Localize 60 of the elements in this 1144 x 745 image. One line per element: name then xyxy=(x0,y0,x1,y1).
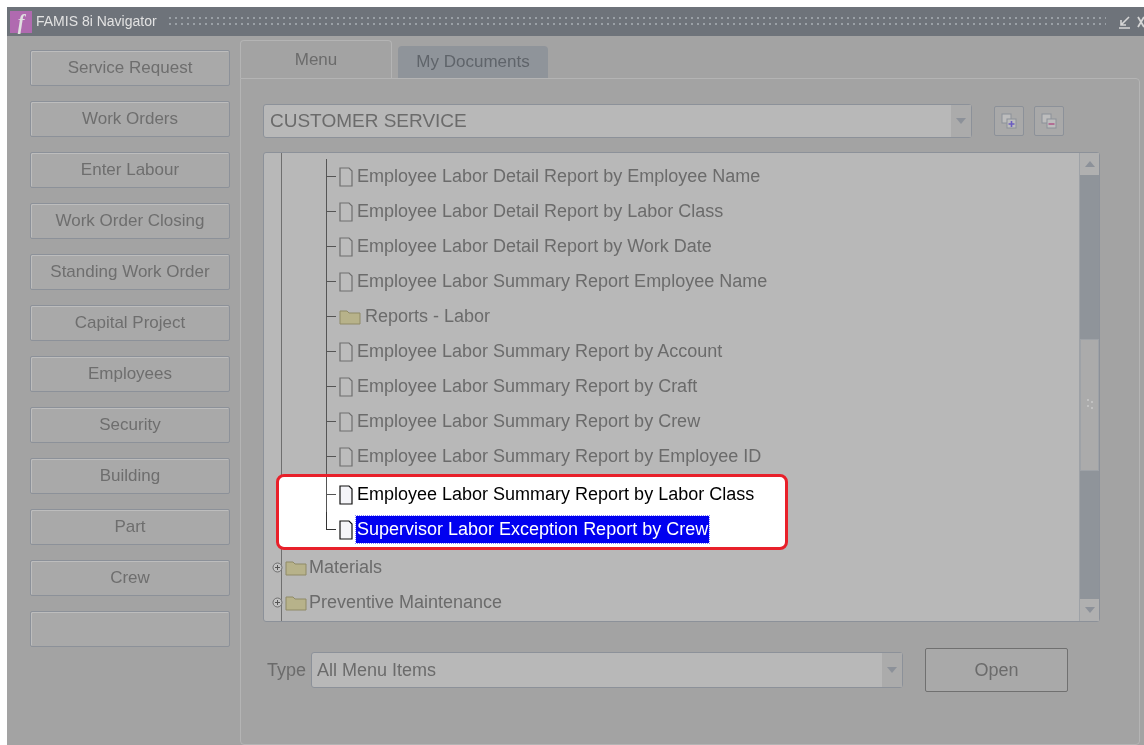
sidebar-button[interactable]: Part xyxy=(30,509,230,545)
tab[interactable]: Menu xyxy=(240,40,392,78)
sidebar-button[interactable]: Work Orders xyxy=(30,101,230,137)
tree-item[interactable]: Preventive Maintenance xyxy=(309,589,503,616)
document-icon xyxy=(339,341,353,362)
scroll-up-icon[interactable] xyxy=(1084,161,1095,167)
scrollbar-thumb[interactable] xyxy=(1080,339,1099,471)
blank-button[interactable] xyxy=(30,611,230,647)
dropdown-value: All Menu Items xyxy=(316,658,438,682)
sidebar-button[interactable]: Employees xyxy=(30,356,230,392)
sidebar-button[interactable]: Service Request xyxy=(30,50,230,86)
folder-icon xyxy=(285,594,307,611)
document-icon xyxy=(339,236,353,257)
sidebar-button[interactable]: Security xyxy=(30,407,230,443)
tree-item[interactable]: Employee Labor Summary Report by Employee ID xyxy=(356,443,763,470)
document-icon xyxy=(339,519,353,540)
tree-item[interactable]: Materials xyxy=(309,554,383,581)
document-icon xyxy=(339,201,353,222)
tree-item[interactable]: Employee Labor Summary Report by Crew xyxy=(356,408,702,435)
tree-item[interactable]: Employee Labor Detail Report by Employee Name xyxy=(356,163,762,190)
folder-icon xyxy=(339,308,361,325)
tree-item[interactable]: Employee Labor Detail Report by Labor Class xyxy=(356,198,725,225)
document-icon xyxy=(339,411,353,432)
type-dropdown[interactable]: All Menu Items xyxy=(311,652,904,688)
sidebar-button[interactable]: Enter Labour xyxy=(30,152,230,188)
menu-dropdown[interactable]: CUSTOMER SERVICE xyxy=(263,104,972,138)
document-icon xyxy=(339,484,353,505)
caret-icon xyxy=(887,667,898,673)
document-icon xyxy=(339,271,353,292)
document-icon xyxy=(339,376,353,397)
folder-icon xyxy=(285,559,307,576)
expand-all-button[interactable] xyxy=(994,106,1024,136)
collapse-icon xyxy=(1040,112,1058,130)
window-title: FAMIS 8i Navigator xyxy=(36,12,157,31)
tree-item[interactable]: Employee Labor Summary Report by Account xyxy=(356,338,724,365)
document-icon xyxy=(339,166,353,187)
tree-item[interactable]: Reports - Labor xyxy=(364,303,492,330)
sidebar-button[interactable]: Crew xyxy=(30,560,230,596)
tree-item[interactable]: Employee Labor Summary Report by Craft xyxy=(356,373,699,400)
expand-icon xyxy=(1000,112,1018,130)
tree-item[interactable]: Supervisor Labor Exception Report by Crew xyxy=(356,516,710,543)
open-button[interactable]: Open xyxy=(925,648,1069,692)
type-label: Type xyxy=(267,658,307,682)
app-logo: f xyxy=(10,10,32,33)
sidebar-button[interactable]: Standing Work Order xyxy=(30,254,230,290)
expand-toggle-icon[interactable] xyxy=(272,562,283,573)
sidebar-button[interactable]: Work Order Closing xyxy=(30,203,230,239)
expand-toggle-icon[interactable] xyxy=(272,597,283,608)
sidebar-button[interactable]: Capital Project xyxy=(30,305,230,341)
tree-item[interactable]: Employee Labor Summary Report Employee Name xyxy=(356,268,769,295)
collapse-all-button[interactable] xyxy=(1034,106,1064,136)
tree-item[interactable]: Employee Labor Summary Report by Labor Class xyxy=(356,481,756,508)
caret-icon xyxy=(956,118,966,124)
sidebar-button[interactable]: Building xyxy=(30,458,230,494)
scroll-down-icon[interactable] xyxy=(1084,607,1095,613)
scrollbar[interactable] xyxy=(1079,153,1099,621)
tree-item[interactable]: Employee Labor Detail Report by Work Date xyxy=(356,233,713,260)
minimize-icon[interactable] xyxy=(1116,13,1132,30)
dropdown-value: CUSTOMER SERVICE xyxy=(269,108,468,133)
document-icon xyxy=(339,446,353,467)
